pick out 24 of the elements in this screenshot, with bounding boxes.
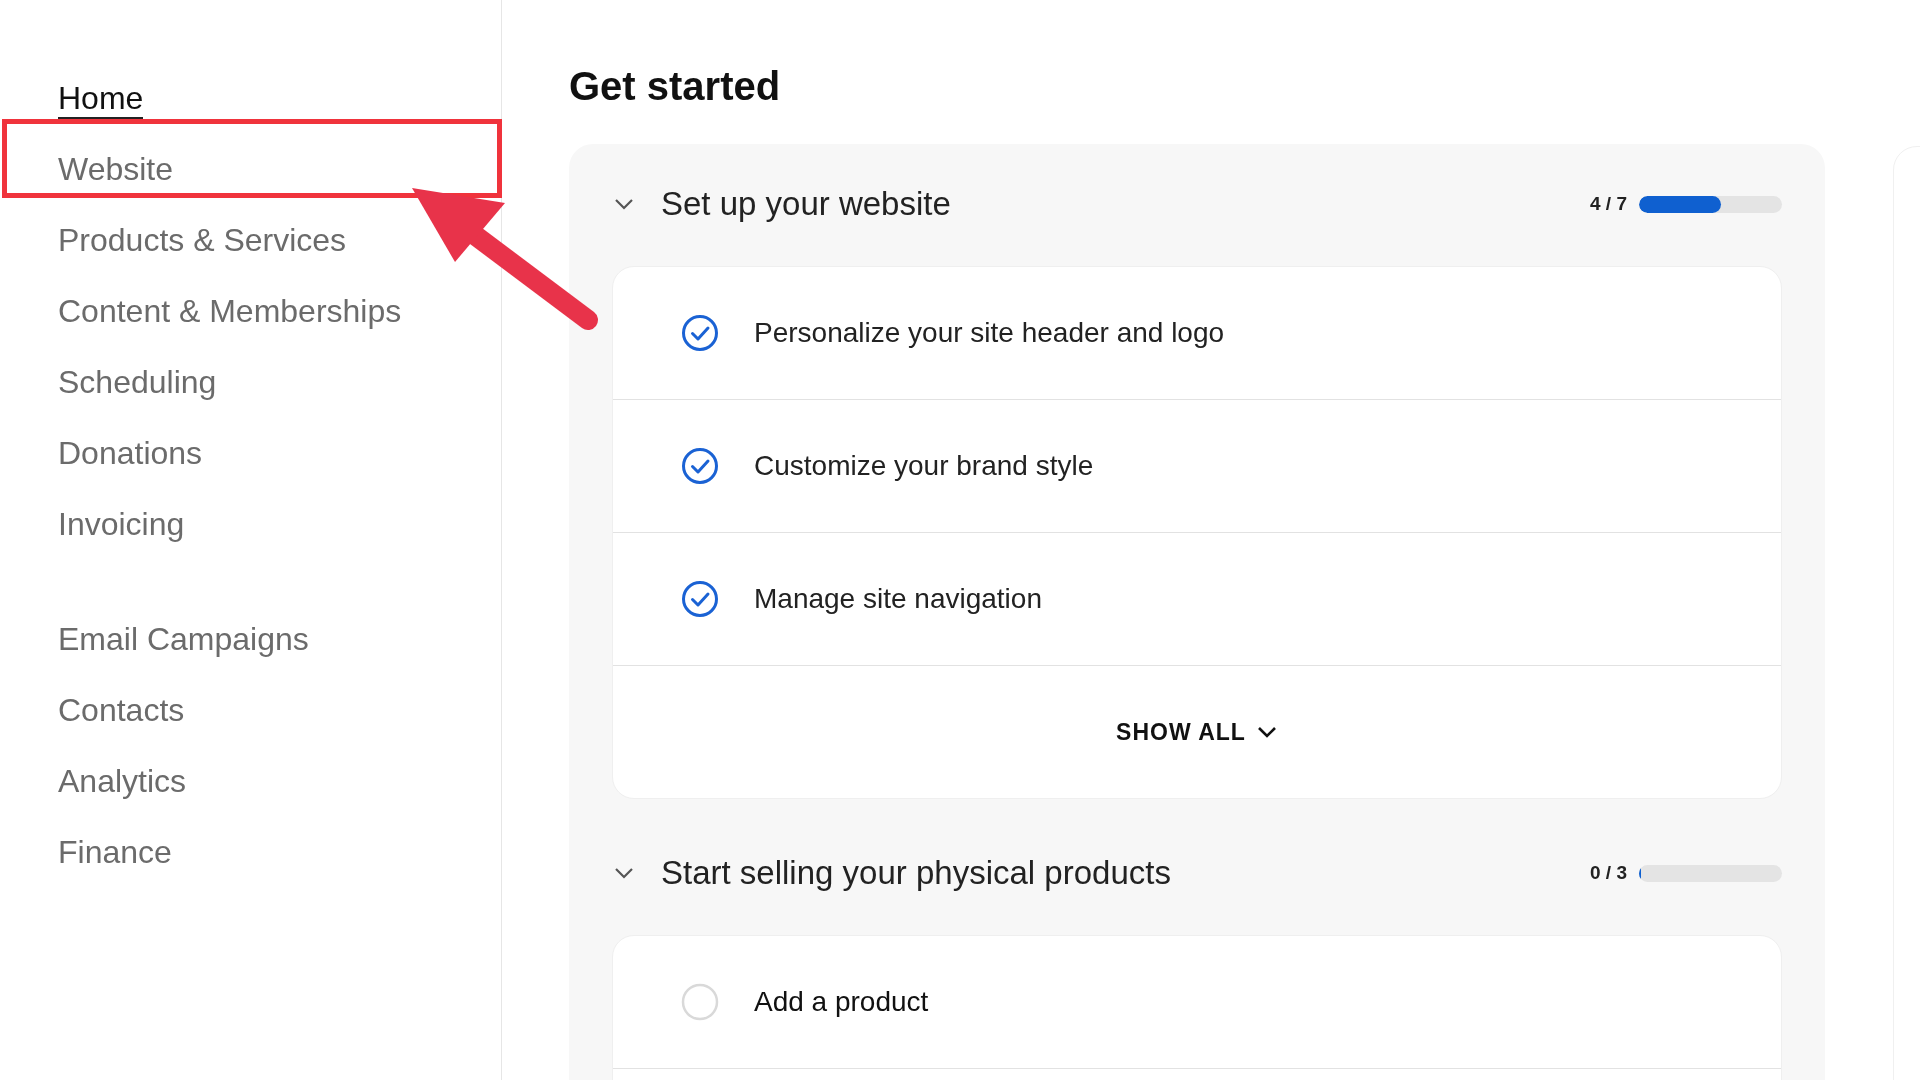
page-title: Get started — [569, 63, 782, 110]
sidebar-item[interactable]: Website — [58, 149, 173, 188]
checkmark-circle-icon[interactable] — [681, 580, 719, 618]
section-title: Start selling your physical products — [661, 853, 1171, 894]
sidebar-item[interactable]: Content & Memberships — [58, 291, 402, 330]
sidebar-item[interactable]: Contacts — [58, 690, 185, 729]
sidebar-item[interactable]: Email Campaigns — [58, 619, 309, 658]
checkmark-circle-icon[interactable] — [681, 447, 719, 485]
checkmark-circle-icon[interactable] — [681, 314, 719, 352]
sidebar-item[interactable]: Donations — [58, 433, 203, 472]
sidebar-item[interactable]: Products & Services — [58, 220, 347, 259]
task-label[interactable]: Personalize your site header and logo — [754, 312, 1225, 354]
section-title: Set up your website — [661, 184, 951, 225]
task-label[interactable]: Manage site navigation — [754, 578, 1042, 620]
sidebar-item[interactable]: Scheduling — [58, 362, 217, 401]
sidebar-item[interactable]: Invoicing — [58, 504, 185, 543]
sidebar-item[interactable]: Finance — [58, 832, 172, 871]
progress-count: 0 / 3 — [1590, 860, 1627, 885]
progress-count: 4 / 7 — [1590, 191, 1627, 216]
task-label[interactable]: Add a product — [754, 981, 929, 1023]
sidebar-item[interactable]: Analytics — [58, 761, 187, 800]
task-label[interactable]: Customize your brand style — [754, 445, 1094, 487]
sidebar-item[interactable]: Home — [58, 74, 144, 121]
show-all-button[interactable]: SHOW ALL — [1116, 714, 1278, 750]
